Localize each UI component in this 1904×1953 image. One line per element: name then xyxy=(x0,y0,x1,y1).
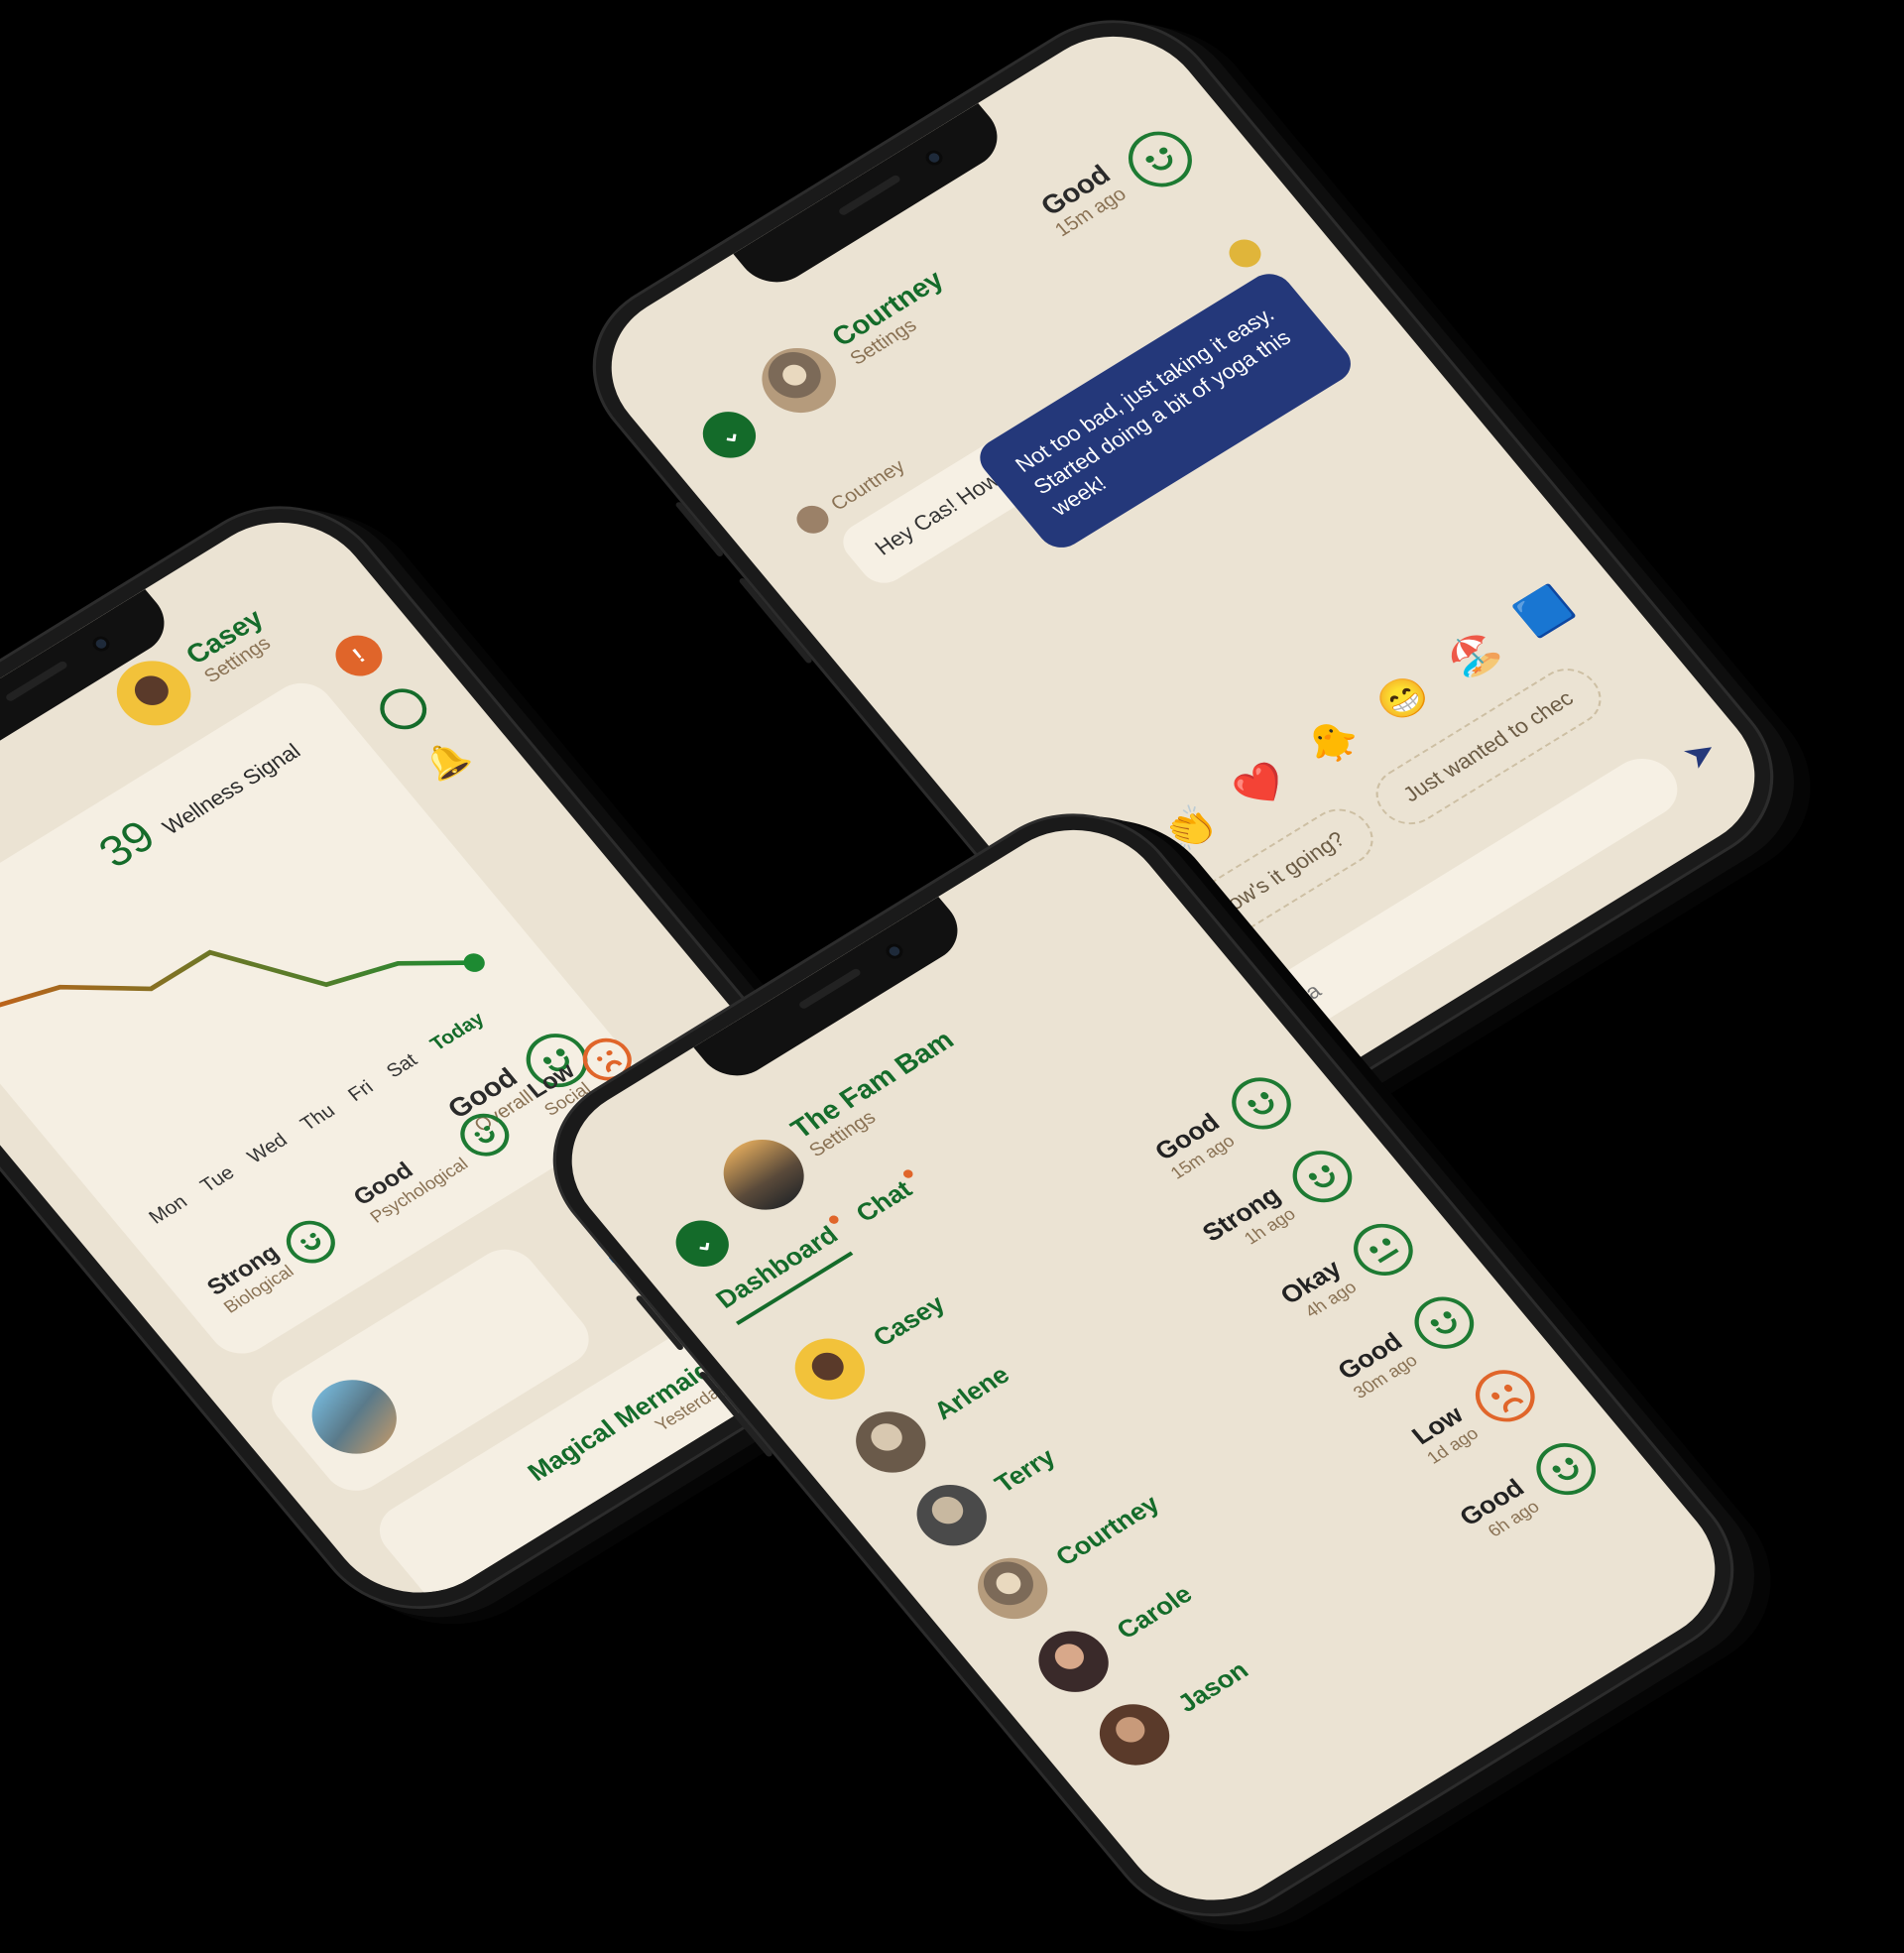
happy-face-icon xyxy=(1220,1067,1303,1140)
more-emoji-icon[interactable]: 🟦 xyxy=(1508,580,1581,642)
neutral-face-icon xyxy=(1342,1213,1425,1286)
avatar[interactable] xyxy=(747,335,851,426)
happy-face-icon xyxy=(1524,1432,1607,1506)
grin-emoji-icon[interactable]: 😁 xyxy=(1367,668,1439,729)
send-icon[interactable]: ➤ xyxy=(1674,730,1726,778)
sender-avatar xyxy=(790,500,835,540)
group-screen: ⌄ The Fam Bam Settings Dashboard Chat Ca… xyxy=(536,799,1751,1930)
wellness-line xyxy=(0,949,475,1011)
clap-emoji-icon[interactable]: 👏 xyxy=(1154,798,1227,860)
sad-face-icon xyxy=(1464,1360,1547,1432)
back-button[interactable]: ⌄ xyxy=(664,1211,740,1277)
member-avatar xyxy=(1024,1619,1123,1704)
bell-icon[interactable]: 🔔 xyxy=(416,735,477,788)
happy-face-icon xyxy=(1402,1286,1487,1359)
heart-emoji-icon[interactable]: ❤️ xyxy=(1226,755,1298,816)
member-avatar xyxy=(902,1473,1001,1558)
beach-emoji-icon[interactable]: 🏖️ xyxy=(1438,624,1510,685)
today-point xyxy=(463,953,485,972)
reader-avatar xyxy=(1223,234,1267,273)
outgoing-message[interactable]: Not too bad, just taking it easy. Starte… xyxy=(970,266,1361,555)
happy-face-icon xyxy=(1116,120,1205,198)
alert-badge[interactable]: ! xyxy=(326,627,392,684)
member-avatar xyxy=(1085,1692,1184,1777)
factor-item: Strong Biological xyxy=(202,1211,346,1318)
member-avatar xyxy=(842,1400,940,1485)
happy-face-icon xyxy=(277,1211,345,1272)
tab-dashboard[interactable]: Dashboard xyxy=(709,1213,854,1325)
headset-icon[interactable] xyxy=(370,680,436,738)
factor-item: Good Psychological xyxy=(348,1104,520,1228)
tab-chat[interactable]: Chat xyxy=(850,1167,927,1239)
member-avatar xyxy=(963,1545,1062,1632)
group-avatar xyxy=(295,1365,414,1469)
member-avatar xyxy=(780,1326,880,1411)
wellness-card: 39 Wellness Signal Mon Tue Wed Thu Fri S… xyxy=(0,672,665,1365)
happy-face-icon xyxy=(1280,1140,1365,1213)
chick-emoji-icon[interactable]: 🐥 xyxy=(1296,711,1368,773)
back-button[interactable]: ⌄ xyxy=(692,403,767,467)
